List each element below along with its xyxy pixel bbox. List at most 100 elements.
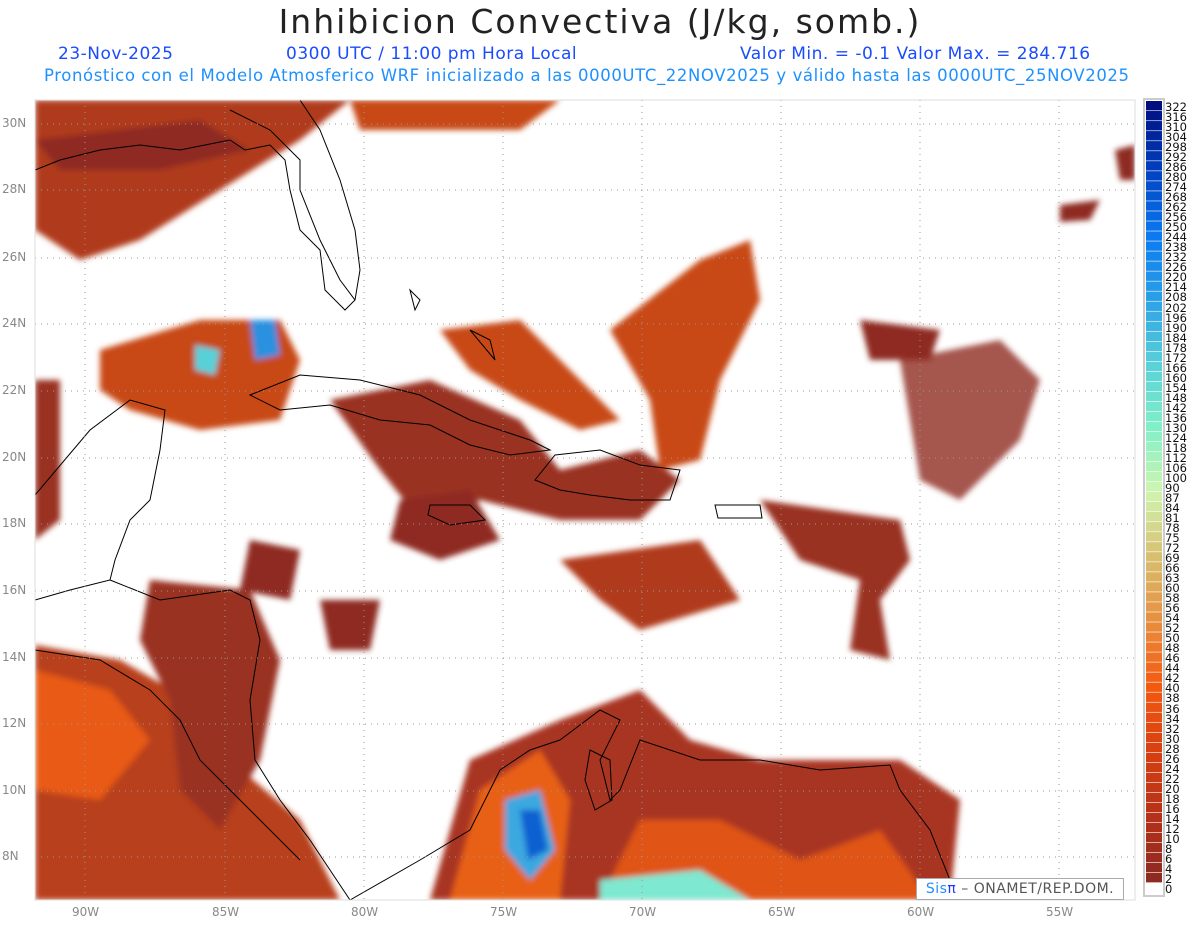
- colorbar-swatch: [1146, 411, 1162, 422]
- colorbar-swatch: [1146, 171, 1162, 181]
- colorbar-swatch: [1146, 732, 1162, 743]
- credit-onamet: – ONAMET/REP.DOM.: [956, 881, 1115, 897]
- lon-label: 85W: [212, 905, 240, 919]
- colorbar-swatch: [1146, 822, 1162, 833]
- colorbar-swatch: [1146, 592, 1162, 602]
- colorbar-swatch: [1146, 682, 1162, 692]
- colorbar-swatch: [1146, 211, 1162, 221]
- colorbar-swatch: [1146, 542, 1162, 552]
- lon-label: 70W: [629, 905, 657, 919]
- colorbar-swatch: [1146, 762, 1162, 773]
- colorbar-swatch: [1146, 832, 1162, 843]
- colorbar-label: 0: [1165, 881, 1173, 896]
- colorbar-swatch: [1146, 101, 1162, 111]
- lat-label: 24N: [2, 316, 27, 330]
- colorbar-swatch: [1146, 201, 1162, 211]
- colorbar-swatch: [1146, 381, 1162, 392]
- colorbar-swatch: [1146, 401, 1162, 412]
- colorbar-swatch: [1146, 491, 1162, 502]
- colorbar-swatch: [1146, 111, 1162, 121]
- colorbar-swatch: [1146, 391, 1162, 402]
- colorbar-swatch: [1146, 792, 1162, 803]
- colorbar-swatch: [1146, 772, 1162, 783]
- colorbar-swatch: [1146, 782, 1162, 793]
- cin-area-yucatan-west: [35, 380, 60, 540]
- colorbar-swatch: [1146, 301, 1162, 311]
- forecast-date: 23-Nov-2025: [58, 44, 174, 64]
- colorbar-swatch: [1146, 221, 1162, 231]
- lat-label: 20N: [2, 450, 27, 464]
- colorbar-swatch: [1146, 321, 1162, 331]
- colorbar-swatch: [1146, 582, 1162, 592]
- colorbar-swatch: [1146, 622, 1162, 632]
- colorbar-swatch: [1146, 742, 1162, 753]
- model-subtitle: Pronóstico con el Modelo Atmosferico WRF…: [44, 66, 1130, 85]
- colorbar-swatch: [1146, 191, 1162, 201]
- lat-label: 22N: [2, 383, 27, 397]
- colorbar: [1143, 98, 1165, 897]
- colorbar-swatch: [1146, 271, 1162, 281]
- colorbar-swatch: [1146, 692, 1162, 702]
- colorbar-swatch: [1146, 351, 1162, 362]
- colorbar-swatch: [1146, 652, 1162, 662]
- colorbar-swatch: [1146, 241, 1162, 251]
- colorbar-swatch: [1146, 522, 1162, 532]
- colorbar-swatch: [1146, 642, 1162, 652]
- colorbar-swatch: [1146, 481, 1162, 492]
- colorbar-swatch: [1146, 602, 1162, 612]
- colorbar-swatch: [1146, 461, 1162, 472]
- colorbar-swatch: [1146, 572, 1162, 582]
- colorbar-swatch: [1146, 562, 1162, 572]
- colorbar-swatch: [1146, 361, 1162, 372]
- colorbar-swatch: [1146, 712, 1162, 722]
- lat-label: 26N: [2, 250, 27, 264]
- colorbar-swatch: [1146, 261, 1162, 271]
- lon-label: 90W: [72, 905, 100, 919]
- colorbar-swatch: [1146, 311, 1162, 321]
- colorbar-swatch: [1146, 421, 1162, 432]
- colorbar-swatch: [1146, 331, 1162, 342]
- lon-label: 80W: [351, 905, 379, 919]
- colorbar-swatch: [1146, 341, 1162, 352]
- lat-label: 16N: [2, 583, 27, 597]
- colorbar-swatch: [1146, 702, 1162, 712]
- colorbar-swatch: [1146, 862, 1162, 873]
- lat-label: 14N: [2, 650, 27, 664]
- forecast-time: 0300 UTC / 11:00 pm Hora Local: [286, 44, 578, 64]
- lon-label: 60W: [907, 905, 935, 919]
- colorbar-swatch: [1146, 141, 1162, 151]
- colorbar-swatch: [1146, 431, 1162, 442]
- colorbar-swatch: [1146, 632, 1162, 642]
- colorbar-swatch: [1146, 852, 1162, 863]
- colorbar-swatch: [1146, 131, 1162, 141]
- lat-label: 28N: [2, 182, 27, 196]
- colorbar-swatch: [1146, 872, 1162, 883]
- lon-label: 65W: [768, 905, 796, 919]
- colorbar-swatch: [1146, 371, 1162, 382]
- lat-label: 10N: [2, 783, 27, 797]
- colorbar-swatch: [1146, 802, 1162, 813]
- colorbar-swatch: [1146, 512, 1162, 522]
- colorbar-swatch: [1146, 251, 1162, 261]
- cin-map: [34, 98, 1165, 901]
- colorbar-swatch: [1146, 612, 1162, 622]
- lat-label: 18N: [2, 516, 27, 530]
- colorbar-swatch: [1146, 161, 1162, 171]
- colorbar-swatch: [1146, 471, 1162, 482]
- colorbar-swatch: [1146, 181, 1162, 191]
- map-title: Inhibicion Convectiva (J/kg, somb.): [278, 2, 922, 41]
- cin-area-caribbean-small2: [320, 600, 380, 650]
- colorbar-swatch: [1146, 231, 1162, 241]
- min-max-values: Valor Min. = -0.1 Valor Max. = 284.716: [740, 44, 1091, 64]
- colorbar-swatch: [1146, 842, 1162, 853]
- colorbar-swatch: [1146, 552, 1162, 562]
- lon-label: 75W: [490, 905, 518, 919]
- colorbar-swatch: [1146, 291, 1162, 301]
- credit-box: Sisπ – ONAMET/REP.DOM.: [916, 878, 1124, 900]
- colorbar-swatch: [1146, 882, 1162, 893]
- cin-area-gulf-blue: [250, 320, 280, 360]
- colorbar-swatch: [1146, 451, 1162, 462]
- lat-label: 8N: [2, 849, 19, 863]
- colorbar-swatch: [1146, 502, 1162, 512]
- colorbar-swatch: [1146, 752, 1162, 763]
